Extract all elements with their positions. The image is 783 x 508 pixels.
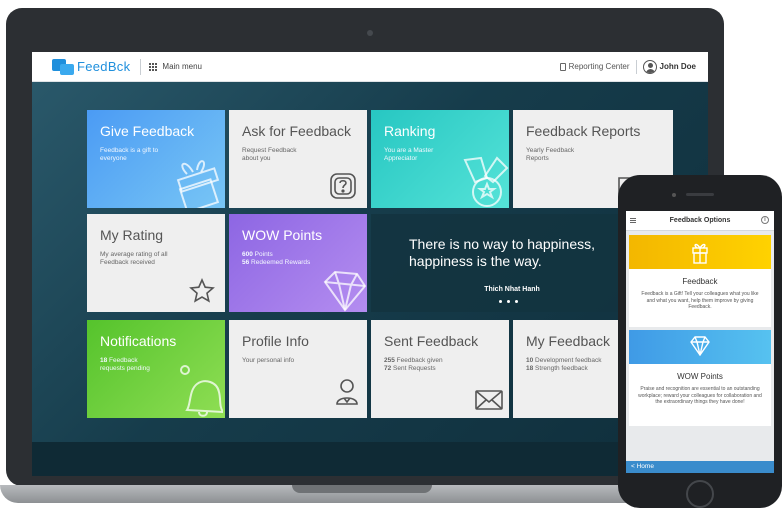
tile-title: WOW Points [242,227,323,243]
header-divider [635,59,637,74]
logo-icon [52,58,74,75]
header-divider [140,58,142,75]
notification-count: 18 [100,357,108,364]
card-title: WOW Points [677,372,723,381]
reporting-center-label: Reporting Center [568,62,630,71]
redeemed-label: Redeemed Rewards [251,259,311,266]
device-mockup: FeedBck Main menu Reporting Center John [0,0,783,508]
tile-give-feedback[interactable]: Give Feedback Feedback is a gift to ever… [87,110,225,208]
laptop-camera [367,30,373,36]
phone-header: Feedback Options i [626,211,774,231]
star-icon [189,278,215,303]
bell-icon [180,365,223,417]
phone-home-button[interactable] [686,480,714,508]
main-menu-button[interactable]: Main menu [149,62,202,71]
carousel-dot[interactable] [499,300,502,303]
carousel-dots[interactable] [499,300,518,303]
carousel-dot[interactable] [515,300,518,303]
card-banner [629,235,771,269]
redeemed-value: 56 [242,259,250,266]
header-right: Reporting Center John Doe [559,59,696,74]
given-value: 255 [384,357,395,364]
tile-title: Give Feedback [100,123,195,139]
document-icon [559,62,566,71]
tile-sent-feedback[interactable]: Sent Feedback 255 Feedback given 72 Sent… [371,320,509,418]
quote-text: There is no way to happiness, happiness … [409,236,595,269]
tile-subtitle: You are a Master Appreciator [384,147,434,162]
logo-text: FeedBck [77,59,131,74]
given-label: Feedback given [396,357,443,364]
quote-author: Thich Nhat Hanh [484,286,540,293]
phone-card-wow-points[interactable]: WOW Points Praise and recognition are es… [629,330,771,426]
gift-icon [176,160,220,208]
tile-title: Profile Info [242,333,309,349]
app-logo[interactable]: FeedBck [52,58,131,75]
development-value: 10 [526,357,534,364]
main-menu-label: Main menu [162,62,202,71]
avatar-icon [642,59,657,74]
development-label: Development feedback [535,357,602,364]
tile-profile-info[interactable]: Profile Info Your personal info [229,320,367,418]
tile-title: My Rating [100,227,164,243]
help-question-icon [330,173,356,199]
reporting-center-link[interactable]: Reporting Center [559,62,630,71]
phone-speaker [686,193,714,196]
tile-subtitle: My average rating of all Feedback receiv… [100,251,168,266]
phone-home-link[interactable]: < Home [626,461,774,473]
requests-label: Sent Requests [393,365,436,372]
user-menu[interactable]: John Doe [642,59,696,74]
grid-menu-icon [149,62,158,71]
back-chevron-icon: < [631,463,635,470]
diamond-icon [690,336,710,356]
diamond-icon [323,270,367,312]
user-name: John Doe [659,62,696,71]
card-banner [629,330,771,364]
strength-value: 18 [526,365,534,372]
phone-title: Feedback Options [669,217,731,224]
home-label: Home [636,463,654,470]
tile-subtitle: Feedback is a gift to everyone [100,147,159,162]
tile-subtitle: Request Feedback about you [242,147,297,162]
phone: Feedback Options i Feedback Feedback is … [618,175,782,508]
tile-title: Sent Feedback [384,333,479,349]
tile-my-rating[interactable]: My Rating My average rating of all Feedb… [87,214,225,312]
info-icon[interactable]: i [761,216,769,224]
tile-stats: 600 Points 56 Redeemed Rewards [242,251,354,267]
tile-subtitle: Yearly Feedback Reports [526,147,575,162]
card-title: Feedback [682,277,718,286]
envelope-icon [475,390,503,410]
points-value: 600 [242,251,253,258]
gift-icon [692,243,708,264]
requests-value: 72 [384,365,392,372]
card-text: Praise and recognition are essential to … [638,386,762,405]
tile-subtitle: Your personal info [242,357,295,364]
card-text: Feedback is a Gift! Tell your colleagues… [641,291,759,310]
tile-ranking[interactable]: Ranking You are a Master Appreciator [371,110,509,208]
phone-screen: Feedback Options i Feedback Feedback is … [626,211,774,473]
tile-notifications[interactable]: Notifications 18 Feedback requests pendi… [87,320,225,418]
screen-footer-bar [32,442,708,476]
points-label: Points [254,251,273,258]
profile-icon [336,379,358,405]
tile-title: Feedback Reports [526,123,641,139]
strength-label: Strength feedback [535,365,588,372]
laptop-notch [292,485,432,493]
medal-icon [463,156,509,207]
laptop-screen: FeedBck Main menu Reporting Center John [32,52,708,476]
tile-stats: 255 Feedback given 72 Sent Requests [384,357,496,373]
phone-camera [672,193,676,197]
carousel-dot[interactable] [507,300,510,303]
notification-label: Feedback requests pending [100,357,150,372]
tile-title: Notifications [100,333,177,349]
laptop: FeedBck Main menu Reporting Center John [6,8,724,486]
tile-ask-feedback[interactable]: Ask for Feedback Request Feedback about … [229,110,367,208]
tile-wow-points[interactable]: WOW Points 600 Points 56 Redeemed Reward… [229,214,367,312]
phone-card-feedback[interactable]: Feedback Feedback is a Gift! Tell your c… [629,235,771,327]
app-header: FeedBck Main menu Reporting Center John [32,52,708,82]
tile-title: Ranking [384,123,436,139]
tile-stats: 18 Feedback requests pending [100,357,164,373]
tile-title: Ask for Feedback [242,123,351,139]
